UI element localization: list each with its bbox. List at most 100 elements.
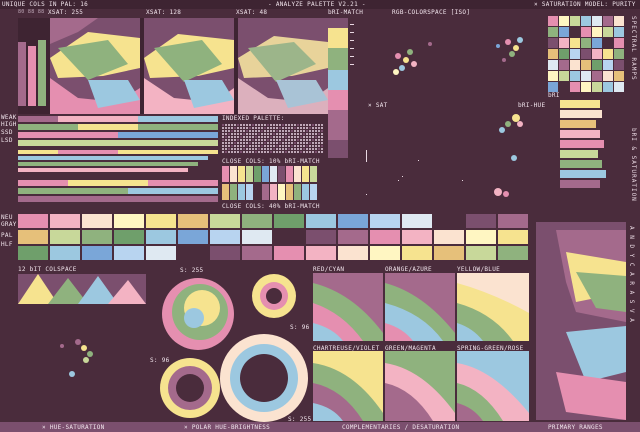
indexed-palette-dot: [294, 151, 296, 153]
palette-grid-cell: [603, 49, 613, 59]
tile-mid: [242, 230, 272, 244]
indexed-palette-dot: [279, 139, 281, 141]
primary-ranges-footer: PRIMARY RANGES: [548, 424, 603, 431]
primary-ranges: [536, 222, 626, 420]
indexed-palette-dot: [291, 124, 293, 126]
indexed-palette-dot: [282, 151, 284, 153]
high-label: HIGH: [1, 121, 17, 128]
tile-bottom: [178, 246, 208, 260]
indexed-palette-dot: [300, 127, 302, 129]
indexed-palette-dot: [270, 136, 272, 138]
indexed-palette-dot: [306, 145, 308, 147]
indexed-palette-dot: [228, 142, 230, 144]
palette-grid-cell: [603, 82, 613, 92]
xsat-128-label: XSAT: 128: [146, 9, 182, 16]
tile-bottom: [306, 246, 336, 260]
indexed-palette-dot: [300, 136, 302, 138]
indexed-palette-dot: [306, 151, 308, 153]
palette-grid-cell: [592, 49, 602, 59]
indexed-palette-dot: [267, 142, 269, 144]
tile-mid: [274, 230, 304, 244]
indexed-palette-dot: [228, 130, 230, 132]
indexed-palette-dot: [297, 133, 299, 135]
indexed-palette-dot: [240, 127, 242, 129]
tile-mid: [210, 230, 240, 244]
indexed-palette-dot: [288, 130, 290, 132]
indexed-palette-dot: [243, 145, 245, 147]
close-cols-10-label: CLOSE COLS: 10% bRI-MATCH: [222, 158, 320, 165]
indexed-palette-dot: [225, 139, 227, 141]
indexed-palette-dot: [312, 145, 314, 147]
indexed-palette-dot: [288, 127, 290, 129]
indexed-palette-dot: [234, 133, 236, 135]
indexed-palette-dot: [240, 133, 242, 135]
palette-grid-cell: [570, 27, 580, 37]
indexed-palette-dot: [234, 148, 236, 150]
indexed-palette-dot: [321, 130, 323, 132]
indexed-palette-dot: [255, 139, 257, 141]
indexed-palette-dot: [321, 127, 323, 129]
indexed-palette-dot: [246, 151, 248, 153]
close-cols-10-swatches: [222, 166, 317, 200]
indexed-palette-dot: [252, 127, 254, 129]
neu-label: NEU: [1, 214, 13, 221]
indexed-palette-dot: [276, 148, 278, 150]
indexed-palette-dot: [240, 151, 242, 153]
indexed-palette-dot: [300, 133, 302, 135]
indexed-palette-dot: [249, 124, 251, 126]
indexed-palette-dot: [258, 151, 260, 153]
spectral-rows: [18, 116, 218, 202]
indexed-palette-dot: [225, 151, 227, 153]
close-cols-swatch: [254, 166, 261, 182]
indexed-palette-dot: [318, 124, 320, 126]
indexed-palette-dot: [303, 151, 305, 153]
indexed-palette-dot: [246, 148, 248, 150]
close-cols-swatch: [294, 184, 301, 200]
palette-grid-cell: [570, 71, 580, 81]
indexed-palette-dot: [261, 136, 263, 138]
palette-grid-cell: [548, 60, 558, 70]
indexed-palette-dot: [261, 127, 263, 129]
close-cols-swatch: [294, 166, 301, 182]
indexed-palette-dot: [294, 142, 296, 144]
indexed-palette-dot: [282, 148, 284, 150]
indexed-palette-dot: [270, 133, 272, 135]
palette-grid-cell: [559, 38, 569, 48]
indexed-palette-dot: [303, 148, 305, 150]
palette-grid-cell: [614, 16, 624, 26]
palette-grid-cell: [570, 49, 580, 59]
indexed-palette-dot: [258, 142, 260, 144]
indexed-palette-dot: [285, 145, 287, 147]
indexed-palette-dot: [297, 130, 299, 132]
bri-match-top-label: bRI-MATCH: [328, 9, 364, 16]
tile-mid: [146, 230, 176, 244]
tile-mid: [178, 230, 208, 244]
tile-bottom: [466, 246, 496, 260]
indexed-palette-dot: [264, 145, 266, 147]
close-cols-swatch: [286, 184, 293, 200]
indexed-palette-dot: [243, 133, 245, 135]
indexed-palette-dot: [264, 136, 266, 138]
indexed-palette-dot: [261, 133, 263, 135]
indexed-palette-dot: [222, 142, 224, 144]
indexed-palette-dot: [264, 127, 266, 129]
indexed-palette-dot: [222, 151, 224, 153]
tile-mid: [466, 230, 496, 244]
tile-mid: [82, 230, 112, 244]
indexed-palette-dot: [285, 127, 287, 129]
indexed-palette-dot: [237, 127, 239, 129]
indexed-palette-dot: [261, 139, 263, 141]
indexed-palette-dot: [249, 133, 251, 135]
complementaries-footer: COMPLEMENTARIES / DESATURATION: [342, 424, 460, 431]
indexed-palette-dot: [288, 145, 290, 147]
indexed-palette-dot: [234, 130, 236, 132]
tile-bottom: [50, 246, 80, 260]
colspace-12bit: [18, 274, 146, 304]
rgb-colorspace-label: RGB-COLORSPACE [ISO]: [392, 9, 471, 16]
indexed-palette-dot: [222, 139, 224, 141]
indexed-palette-dot: [273, 145, 275, 147]
palette-grid-cell: [570, 38, 580, 48]
indexed-palette-dot: [288, 133, 290, 135]
indexed-palette-dot: [267, 148, 269, 150]
palette-grid-cell: [592, 60, 602, 70]
